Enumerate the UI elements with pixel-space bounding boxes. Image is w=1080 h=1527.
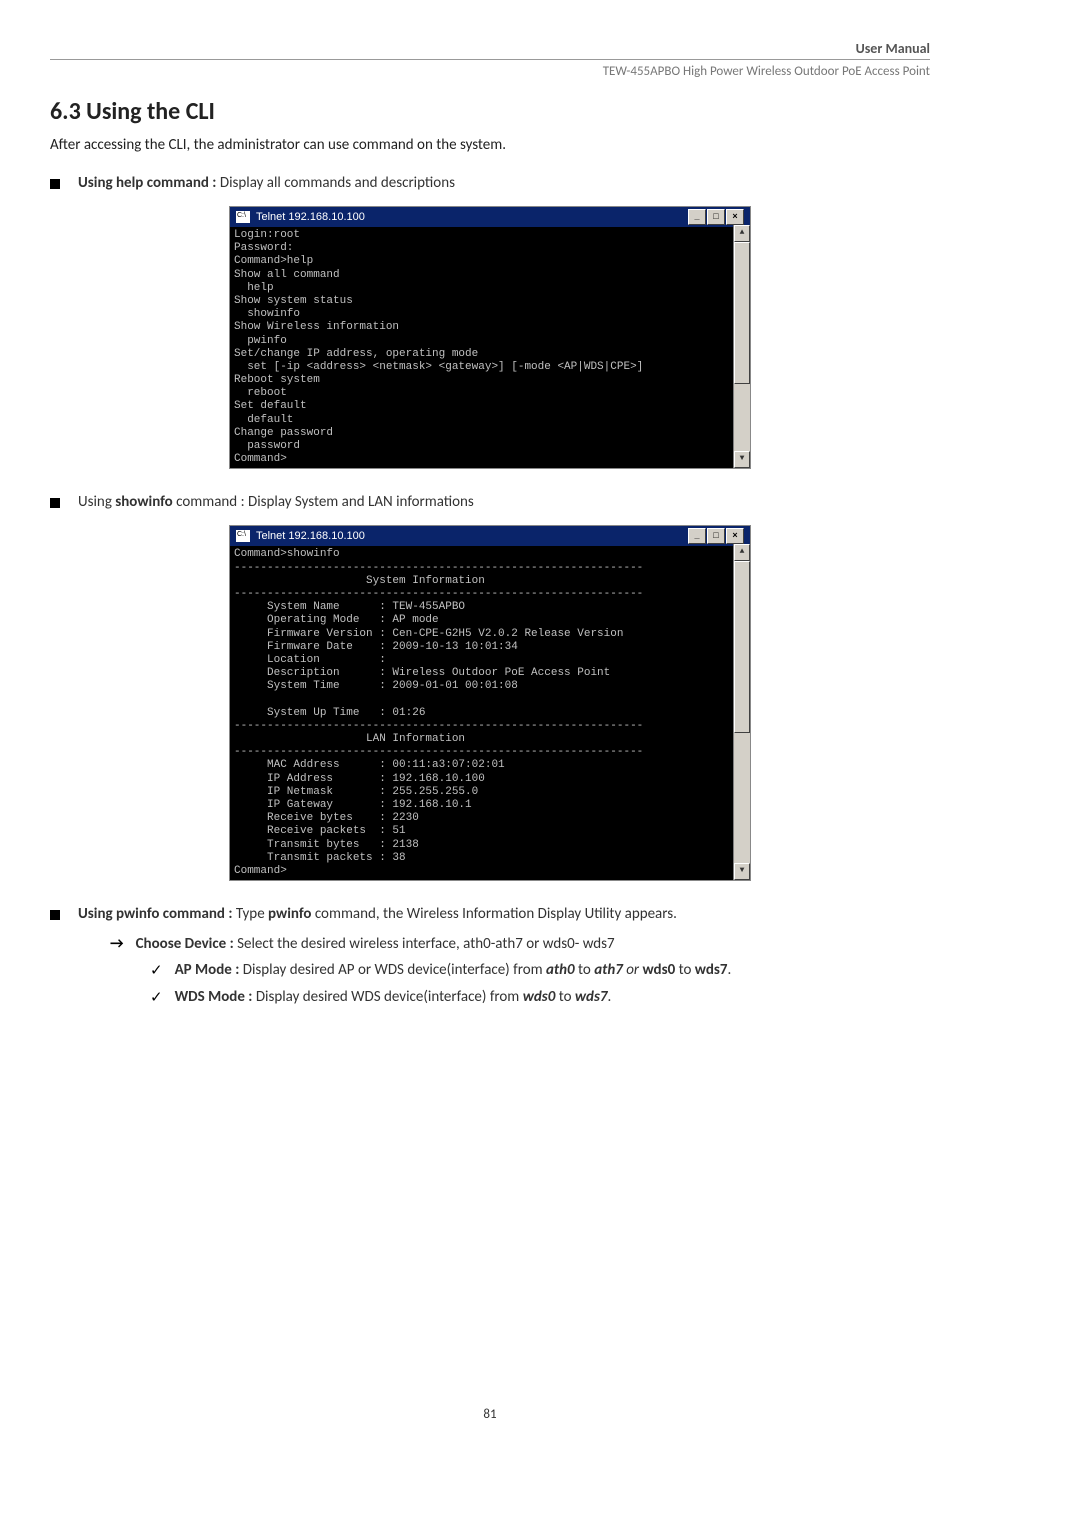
terminal-output: Login:root Password: Command>help Show a… [230, 227, 750, 468]
terminal-window-help: Telnet 192.168.10.100 _ □ × Login:root P… [229, 206, 751, 469]
bullet-showinfo-command: Using showinfo command : Display System … [50, 493, 930, 511]
section-title: 6.3 Using the CLI [50, 97, 930, 126]
check-icon: ✓ [150, 961, 163, 980]
terminal-title: Telnet 192.168.10.100 [256, 211, 365, 223]
minimize-button[interactable]: _ [688, 209, 706, 225]
bullet-text: Display all commands and descriptions [216, 174, 455, 192]
square-bullet-icon [50, 910, 60, 920]
terminal-titlebar[interactable]: Telnet 192.168.10.100 _ □ × [230, 526, 750, 546]
arrow-bold: Choose Device : [136, 935, 234, 953]
section-intro: After accessing the CLI, the administrat… [50, 136, 930, 154]
close-button[interactable]: × [726, 209, 744, 225]
cmd-icon [236, 530, 250, 542]
arrow-text: Select the desired wireless interface, a… [234, 935, 615, 953]
check-bold: WDS Mode : [175, 988, 253, 1006]
square-bullet-icon [50, 498, 60, 508]
bullet-bold2: pwinfo [268, 905, 311, 923]
close-button[interactable]: × [726, 528, 744, 544]
bullet-text2: command, the Wireless Information Displa… [311, 905, 676, 923]
scroll-thumb[interactable] [734, 242, 750, 384]
scroll-up-button[interactable]: ▲ [734, 544, 750, 561]
header-subtitle: TEW-455APBO High Power Wireless Outdoor … [50, 64, 930, 79]
bullet-text: Type [233, 905, 269, 923]
bullet-pre: Using [78, 493, 115, 511]
header-label: User Manual [50, 40, 930, 60]
terminal-titlebar[interactable]: Telnet 192.168.10.100 _ □ × [230, 207, 750, 227]
maximize-button[interactable]: □ [707, 528, 725, 544]
scroll-down-button[interactable]: ▼ [734, 451, 750, 468]
scroll-thumb[interactable] [734, 561, 750, 733]
bullet-bold: Using help command : [78, 174, 216, 192]
cmd-icon [236, 211, 250, 223]
square-bullet-icon [50, 179, 60, 189]
sub-bullet-choose-device: → Choose Device : Select the desired wir… [110, 935, 930, 953]
bullet-text: command : Display System and LAN informa… [173, 493, 474, 511]
scrollbar[interactable]: ▲ ▼ [733, 225, 750, 468]
check-icon: ✓ [150, 988, 163, 1007]
terminal-window-showinfo: Telnet 192.168.10.100 _ □ × Command>show… [229, 525, 751, 881]
page-number: 81 [50, 1407, 930, 1422]
minimize-button[interactable]: _ [688, 528, 706, 544]
bullet-help-command: Using help command : Display all command… [50, 174, 930, 192]
bullet-bold: showinfo [115, 493, 172, 511]
terminal-output: Command>showinfo -----------------------… [230, 546, 750, 880]
bullet-pwinfo-command: Using pwinfo command : Type pwinfo comma… [50, 905, 930, 923]
arrow-icon: → [110, 935, 124, 953]
bullet-bold: Using pwinfo command : [78, 905, 233, 923]
terminal-title: Telnet 192.168.10.100 [256, 530, 365, 542]
scroll-down-button[interactable]: ▼ [734, 863, 750, 880]
check-bold: AP Mode : [175, 961, 240, 979]
sub-bullet-ap-mode: ✓ AP Mode : Display desired AP or WDS de… [150, 961, 930, 980]
scroll-up-button[interactable]: ▲ [734, 225, 750, 242]
maximize-button[interactable]: □ [707, 209, 725, 225]
scrollbar[interactable]: ▲ ▼ [733, 544, 750, 880]
sub-bullet-wds-mode: ✓ WDS Mode : Display desired WDS device(… [150, 988, 930, 1007]
